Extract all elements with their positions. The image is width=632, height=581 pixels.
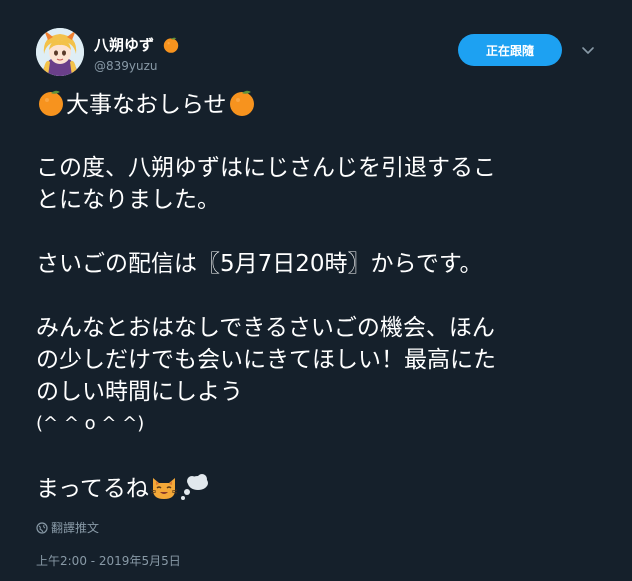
thought-balloon-emoji-icon xyxy=(179,472,209,502)
tweet-line: の少しだけでも会いにきてほしい！最高にた xyxy=(36,347,496,373)
tweet-title-line: 大事なおしらせ xyxy=(36,88,616,120)
smiling-cat-emoji-icon xyxy=(149,472,179,502)
display-name[interactable]: 八朔ゆず xyxy=(94,34,154,55)
orange-emoji-icon xyxy=(36,88,66,118)
tweet-line: みんなとおはなしできるさいごの機会、ほん xyxy=(36,315,495,341)
tweet-text: 大事なおしらせ この度、八朔ゆずはにじさんじを引退するこ とになりました。 さい… xyxy=(36,88,616,504)
user-handle[interactable]: @839yuzu xyxy=(94,59,180,73)
avatar-image xyxy=(36,28,84,76)
user-name-block[interactable]: 八朔ゆず @839yuzu xyxy=(94,34,180,73)
tweet-line-kaomoji: (^ ^ o ^ ^) xyxy=(36,413,145,434)
tweet-line: この度、八朔ゆずはにじさんじを引退するこ xyxy=(36,155,496,181)
orange-emoji-icon xyxy=(162,36,180,54)
tweet-line: のしい時間にしよう xyxy=(36,379,243,405)
tweet-header: 八朔ゆず @839yuzu 正在跟隨 xyxy=(36,28,606,80)
avatar[interactable] xyxy=(36,28,84,76)
tweet-line: さいごの配信は〖5月7日20時〗からです。 xyxy=(36,251,483,277)
following-button[interactable]: 正在跟隨 xyxy=(458,34,562,66)
translate-label[interactable]: 翻譯推文 xyxy=(51,521,99,535)
tweet-closing-text: まってるね xyxy=(36,476,149,502)
globe-icon xyxy=(36,522,48,534)
translate-tweet-link[interactable]: 翻譯推文 xyxy=(36,519,99,536)
tweet-title-text: 大事なおしらせ xyxy=(66,92,227,118)
chevron-down-icon[interactable] xyxy=(580,42,596,58)
orange-emoji-icon xyxy=(227,88,257,118)
tweet-line: とになりました。 xyxy=(36,187,220,213)
tweet-timestamp[interactable]: 上午2:00 - 2019年5月5日 xyxy=(36,552,181,569)
tweet-closing-line: まってるね xyxy=(36,472,616,504)
tweet-card: 八朔ゆず @839yuzu 正在跟隨 大事なおしらせ この度、八朔ゆずはにじさん… xyxy=(0,0,632,581)
